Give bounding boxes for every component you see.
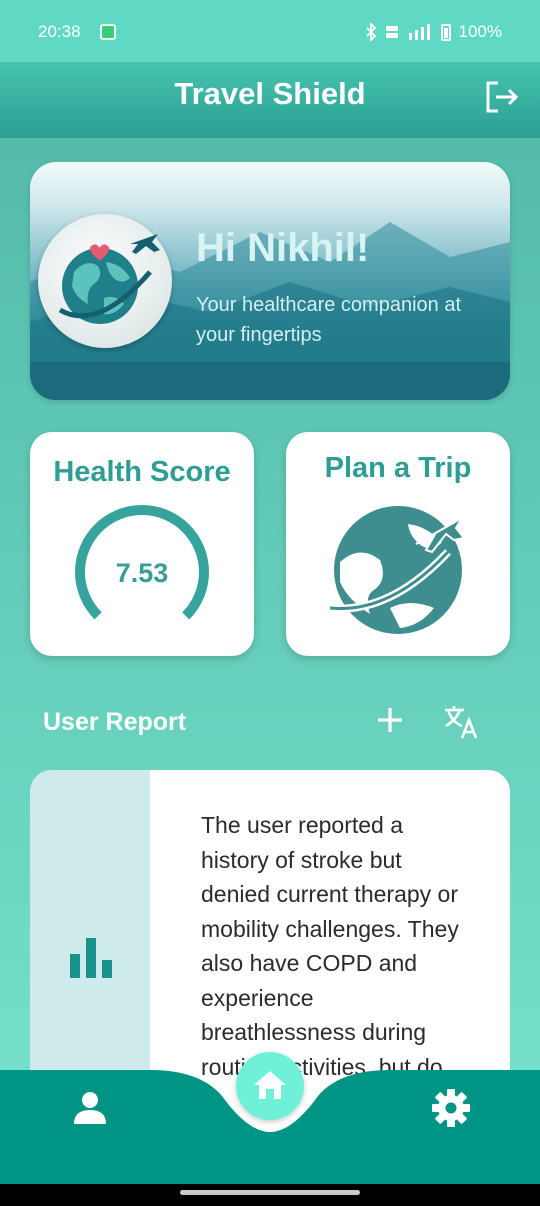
- status-time: 20:38: [38, 22, 81, 41]
- volte-icon: [385, 26, 398, 38]
- bar-chart-icon: [70, 938, 112, 978]
- health-score-value: 7.53: [115, 558, 169, 588]
- logout-icon[interactable]: [484, 80, 520, 114]
- health-score-title: Health Score: [53, 456, 231, 488]
- gear-icon[interactable]: [431, 1088, 471, 1128]
- greeting-title: Hi Nikhil!: [196, 226, 370, 270]
- travel-shield-logo: [38, 214, 172, 348]
- battery-percent: 100%: [458, 22, 502, 41]
- home-button[interactable]: [236, 1052, 304, 1120]
- 5g-signal-icon: [408, 24, 430, 40]
- home-icon: [254, 1071, 286, 1099]
- app-notification-icon: [100, 24, 116, 40]
- globe-plane-heart-logo: [58, 234, 160, 324]
- battery-icon: [440, 23, 451, 41]
- plus-icon[interactable]: [374, 704, 406, 736]
- plan-trip-card[interactable]: Plan a Trip: [286, 432, 510, 656]
- globe-plane-icon: [330, 506, 466, 634]
- status-bar: 20:38 100%: [0, 0, 540, 62]
- system-gesture-bar: [0, 1184, 540, 1206]
- person-icon[interactable]: [72, 1090, 108, 1126]
- bluetooth-icon: [365, 23, 376, 41]
- greeting-subtitle: Your healthcare companion at your finger…: [196, 294, 461, 346]
- home-gesture-handle[interactable]: [180, 1190, 360, 1195]
- health-score-card[interactable]: Health Score 7.53: [30, 432, 254, 656]
- greeting-card: Hi Nikhil! Your healthcare companion at …: [30, 162, 510, 400]
- translate-icon[interactable]: [442, 704, 480, 740]
- status-indicators: 100%: [365, 22, 502, 42]
- user-report-heading: User Report: [43, 708, 187, 736]
- plan-trip-title: Plan a Trip: [324, 452, 472, 484]
- app-bar: Travel Shield: [0, 62, 540, 138]
- user-report-text: The user reported a history of stroke bu…: [201, 812, 459, 1080]
- app-title: Travel Shield: [174, 76, 366, 111]
